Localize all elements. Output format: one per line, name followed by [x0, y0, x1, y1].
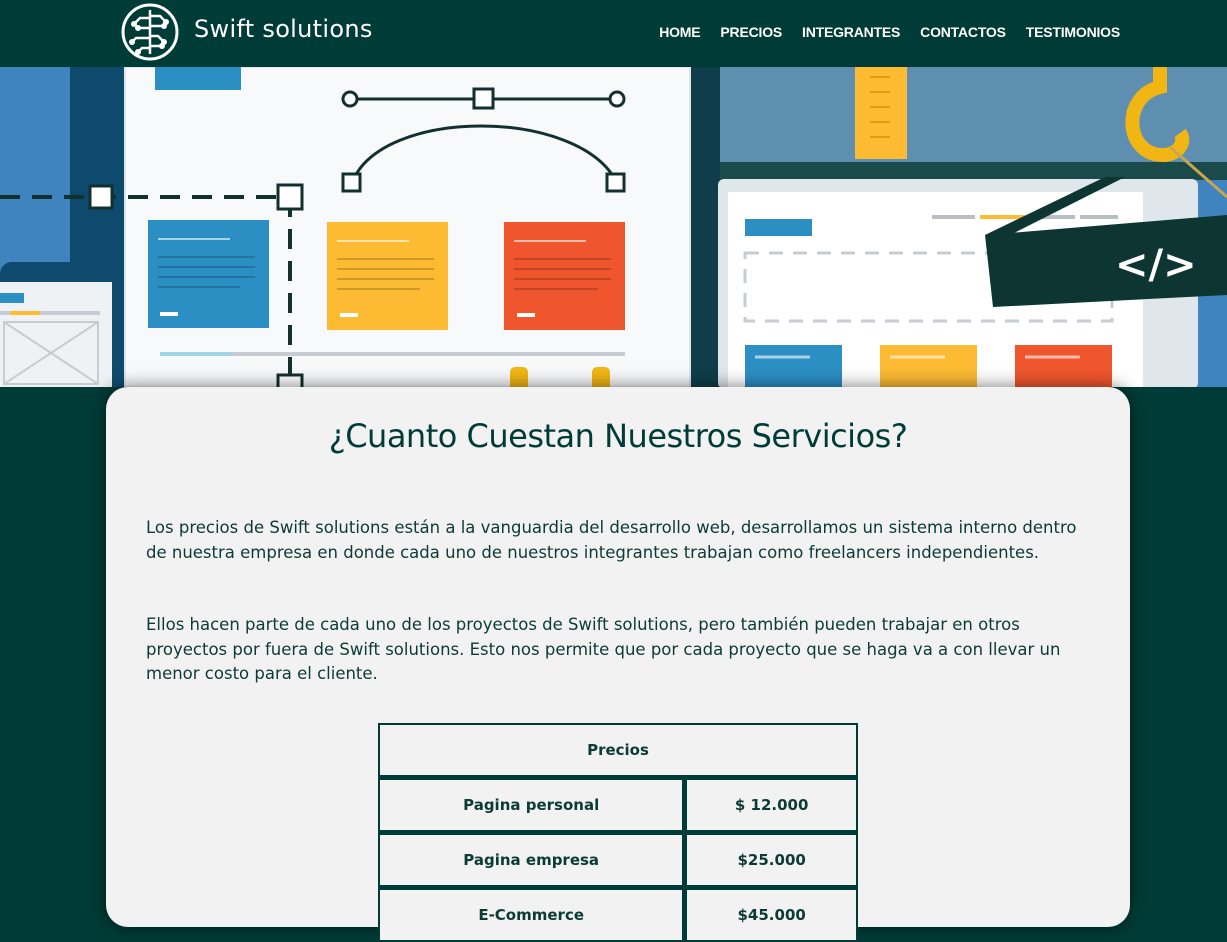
service-cell: Pagina empresa [378, 832, 685, 887]
service-cell: Pagina personal [378, 777, 685, 832]
price-cell: $ 12.000 [684, 777, 858, 832]
page-title: ¿Cuanto Cuestan Nuestros Servicios? [328, 417, 908, 455]
pricing-card: ¿Cuanto Cuestan Nuestros Servicios? Los … [106, 387, 1130, 942]
web-design-illustration: </> [0, 67, 1227, 387]
nav-contactos[interactable]: CONTACTOS [920, 24, 1006, 40]
intro-paragraph: Los precios de Swift solutions están a l… [146, 518, 1077, 562]
hero-banner: </> [0, 67, 1227, 387]
main-nav: HOME PRECIOS INTEGRANTES CONTACTOS TESTI… [659, 24, 1120, 40]
price-table: Precios Pagina personal $ 12.000 Pagina … [378, 723, 858, 942]
site-header: Swift solutions HOME PRECIOS INTEGRANTES… [0, 0, 1227, 67]
code-icon: </> [1115, 242, 1197, 288]
nav-precios[interactable]: PRECIOS [720, 24, 782, 40]
table-row: Pagina empresa $25.000 [378, 832, 858, 887]
table-row: Pagina personal $ 12.000 [378, 777, 858, 832]
nav-home[interactable]: HOME [659, 24, 700, 40]
service-cell: E-Commerce [378, 887, 685, 942]
price-cell: $25.000 [684, 832, 858, 887]
table-row: E-Commerce $45.000 [378, 887, 858, 942]
table-header-row: Precios [378, 723, 858, 777]
nav-integrantes[interactable]: INTEGRANTES [802, 24, 900, 40]
price-cell: $45.000 [684, 887, 858, 942]
brand-name[interactable]: Swift solutions [194, 15, 373, 43]
table-header: Precios [378, 723, 858, 777]
nav-testimonios[interactable]: TESTIMONIOS [1026, 24, 1120, 40]
detail-paragraph: Ellos hacen parte de cada uno de los pro… [146, 615, 1061, 683]
circuit-brain-icon[interactable] [120, 2, 180, 62]
